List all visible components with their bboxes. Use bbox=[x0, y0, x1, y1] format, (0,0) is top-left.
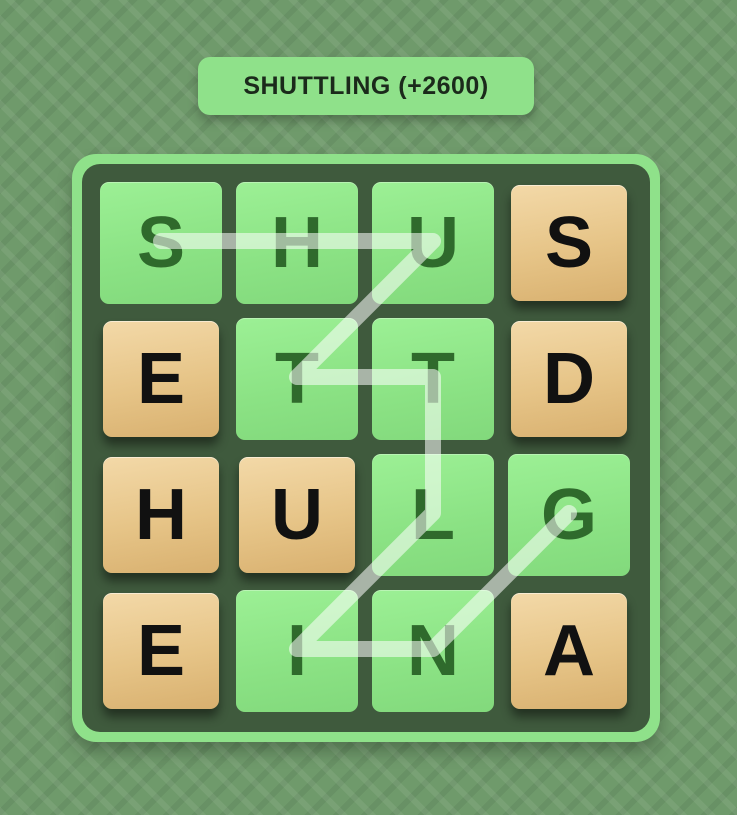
tile-letter: G bbox=[540, 475, 597, 555]
tile-letter: S bbox=[136, 203, 186, 283]
tile-r2-c1[interactable]: E bbox=[103, 321, 219, 437]
tile-r4-c4[interactable]: A bbox=[511, 593, 627, 709]
tile-r3-c2[interactable]: U bbox=[239, 457, 355, 573]
tile-letter: U bbox=[271, 475, 323, 555]
tile-letter: E bbox=[136, 339, 186, 419]
tile-r4-c2[interactable]: I bbox=[236, 590, 358, 712]
tile-r1-c3[interactable]: U bbox=[372, 182, 494, 304]
tile-r4-c1[interactable]: E bbox=[103, 593, 219, 709]
tile-letter: L bbox=[411, 475, 455, 555]
tile-letter: T bbox=[411, 339, 455, 419]
tile-r1-c1[interactable]: S bbox=[100, 182, 222, 304]
tile-r2-c3[interactable]: T bbox=[372, 318, 494, 440]
tile-r1-c2[interactable]: H bbox=[236, 182, 358, 304]
tile-letter: H bbox=[271, 203, 323, 283]
tile-letter: E bbox=[136, 611, 186, 691]
tile-letter: U bbox=[407, 203, 459, 283]
tile-r4-c3[interactable]: N bbox=[372, 590, 494, 712]
tile-r2-c4[interactable]: D bbox=[511, 321, 627, 437]
word-score-text: SHUTTLING (+2600) bbox=[243, 71, 489, 100]
tile-r3-c3[interactable]: L bbox=[372, 454, 494, 576]
tile-letter: T bbox=[275, 339, 319, 419]
tile-letter: D bbox=[543, 339, 595, 419]
word-score-banner: SHUTTLING (+2600) bbox=[198, 57, 534, 115]
tile-r3-c4[interactable]: G bbox=[508, 454, 630, 576]
tile-letter: I bbox=[286, 611, 307, 691]
tile-letter: H bbox=[135, 475, 187, 555]
tile-letter: N bbox=[407, 611, 459, 691]
tile-r2-c2[interactable]: T bbox=[236, 318, 358, 440]
tile-letter: A bbox=[543, 611, 595, 691]
tile-letter: S bbox=[544, 203, 594, 283]
tile-r1-c4[interactable]: S bbox=[511, 185, 627, 301]
tile-r3-c1[interactable]: H bbox=[103, 457, 219, 573]
